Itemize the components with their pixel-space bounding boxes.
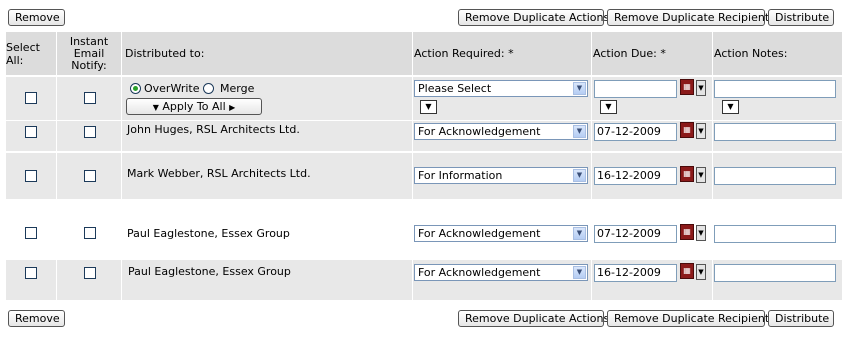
overwrite-label: OverWrite — [144, 82, 200, 95]
row-email-notify-checkbox[interactable] — [84, 126, 96, 138]
header-instant-email-line2: Email — [73, 46, 105, 60]
apply-to-all-label: Apply To All — [162, 100, 226, 113]
header-distributed-to: Distributed to: — [125, 47, 205, 60]
action-notes-all-input[interactable] — [714, 80, 836, 98]
remove-button-bottom[interactable]: Remove — [8, 310, 65, 327]
row-select-checkbox[interactable] — [25, 170, 37, 182]
header-select-all: Select All: — [6, 40, 40, 67]
select-all-checkbox[interactable] — [25, 92, 37, 104]
column-divider — [412, 32, 413, 300]
row-action-required-select[interactable]: For Acknowledgement ▼ — [414, 225, 588, 242]
row-action-required-value: For Acknowledgement — [418, 266, 541, 279]
table-row: Paul Eaglestone, Essex Group For Acknowl… — [6, 260, 842, 300]
action-required-all-mini-dropdown[interactable]: ▼ — [420, 100, 437, 114]
row-action-required-value: For Information — [418, 169, 503, 182]
header-instant-email-line1: Instant — [69, 34, 109, 48]
action-required-all-value: Please Select — [418, 82, 492, 95]
chevron-down-icon[interactable]: ▼ — [573, 169, 586, 182]
header-instant-email: Instant Email Notify: — [58, 32, 120, 75]
column-divider — [712, 32, 713, 300]
row-recipient-name: Paul Eaglestone, Essex Group — [128, 265, 291, 278]
distribute-button-top[interactable]: Distribute — [768, 9, 834, 26]
calendar-dropdown-icon[interactable]: ▼ — [696, 264, 706, 280]
chevron-down-icon[interactable]: ▼ — [573, 227, 586, 240]
apply-all-row: OverWrite Merge ▼ Apply To All ▶ Please … — [6, 77, 842, 120]
table-row: John Huges, RSL Architects Ltd. For Ackn… — [6, 121, 842, 151]
calendar-dropdown-icon[interactable]: ▼ — [696, 123, 706, 139]
row-action-notes-input[interactable] — [714, 264, 836, 282]
row-action-required-select[interactable]: For Information ▼ — [414, 167, 588, 184]
row-recipient-name: Mark Webber, RSL Architects Ltd. — [127, 167, 311, 180]
row-action-notes-input[interactable] — [714, 225, 836, 243]
action-due-all-input[interactable] — [594, 80, 677, 98]
overwrite-radio[interactable] — [130, 83, 141, 94]
calendar-icon[interactable]: ▦ — [680, 79, 694, 95]
table-row: Mark Webber, RSL Architects Ltd. For Inf… — [6, 153, 842, 199]
action-required-all-select[interactable]: Please Select ▼ — [414, 80, 588, 97]
column-divider — [121, 32, 122, 300]
row-action-required-select[interactable]: For Acknowledgement ▼ — [414, 264, 588, 281]
calendar-dropdown-icon[interactable]: ▼ — [696, 225, 706, 241]
row-recipient-name: John Huges, RSL Architects Ltd. — [127, 123, 300, 136]
table-row: Paul Eaglestone, Essex Group For Acknowl… — [6, 213, 842, 255]
chevron-down-icon[interactable]: ▼ — [573, 266, 586, 279]
row-action-required-value: For Acknowledgement — [418, 227, 541, 240]
row-email-notify-checkbox[interactable] — [84, 170, 96, 182]
action-due-all-mini-dropdown[interactable]: ▼ — [600, 100, 617, 114]
apply-to-all-button[interactable]: ▼ Apply To All ▶ — [126, 98, 262, 115]
header-instant-email-line3: Notify: — [71, 58, 107, 72]
email-notify-all-checkbox[interactable] — [84, 92, 96, 104]
distribute-button-bottom[interactable]: Distribute — [768, 310, 834, 327]
row-action-due-input[interactable]: 16-12-2009 — [594, 264, 677, 282]
remove-duplicate-actions-button-bottom[interactable]: Remove Duplicate Actions — [458, 310, 609, 327]
triangle-down-icon: ▼ — [152, 103, 159, 112]
row-action-due-input[interactable]: 07-12-2009 — [594, 225, 677, 243]
distribution-table: Select All: Instant Email Notify: Distri… — [6, 32, 842, 300]
row-email-notify-checkbox[interactable] — [84, 267, 96, 279]
triangle-right-icon: ▶ — [229, 103, 236, 112]
calendar-icon[interactable]: ▦ — [680, 263, 694, 279]
row-action-notes-input[interactable] — [714, 123, 836, 141]
calendar-icon[interactable]: ▦ — [680, 166, 694, 182]
row-select-checkbox[interactable] — [25, 126, 37, 138]
remove-button-top[interactable]: Remove — [8, 9, 65, 26]
row-action-notes-input[interactable] — [714, 167, 836, 185]
header-action-due: Action Due: * — [593, 47, 666, 60]
row-action-required-value: For Acknowledgement — [418, 125, 541, 138]
action-notes-all-mini-dropdown[interactable]: ▼ — [722, 100, 739, 114]
calendar-dropdown-icon[interactable]: ▼ — [696, 167, 706, 183]
table-header: Select All: Instant Email Notify: Distri… — [6, 32, 842, 75]
remove-duplicate-recipients-button-top[interactable]: Remove Duplicate Recipients — [607, 9, 775, 26]
row-action-due-input[interactable]: 07-12-2009 — [594, 123, 677, 141]
row-action-due-input[interactable]: 16-12-2009 — [594, 167, 677, 185]
calendar-icon[interactable]: ▦ — [680, 122, 694, 138]
row-recipient-name: Paul Eaglestone, Essex Group — [127, 227, 290, 240]
row-email-notify-checkbox[interactable] — [84, 227, 96, 239]
row-select-checkbox[interactable] — [25, 267, 37, 279]
chevron-down-icon[interactable]: ▼ — [573, 82, 586, 95]
row-action-required-select[interactable]: For Acknowledgement ▼ — [414, 123, 588, 140]
calendar-dropdown-icon[interactable]: ▼ — [696, 80, 706, 96]
merge-label: Merge — [220, 82, 255, 95]
header-action-notes: Action Notes: — [714, 47, 788, 60]
header-action-required: Action Required: * — [414, 47, 514, 60]
column-divider — [591, 32, 592, 300]
chevron-down-icon[interactable]: ▼ — [573, 125, 586, 138]
merge-radio[interactable] — [203, 83, 214, 94]
remove-duplicate-recipients-button-bottom[interactable]: Remove Duplicate Recipients — [607, 310, 775, 327]
column-divider — [56, 32, 57, 300]
remove-duplicate-actions-button-top[interactable]: Remove Duplicate Actions — [458, 9, 609, 26]
calendar-icon[interactable]: ▦ — [680, 224, 694, 240]
row-select-checkbox[interactable] — [25, 227, 37, 239]
